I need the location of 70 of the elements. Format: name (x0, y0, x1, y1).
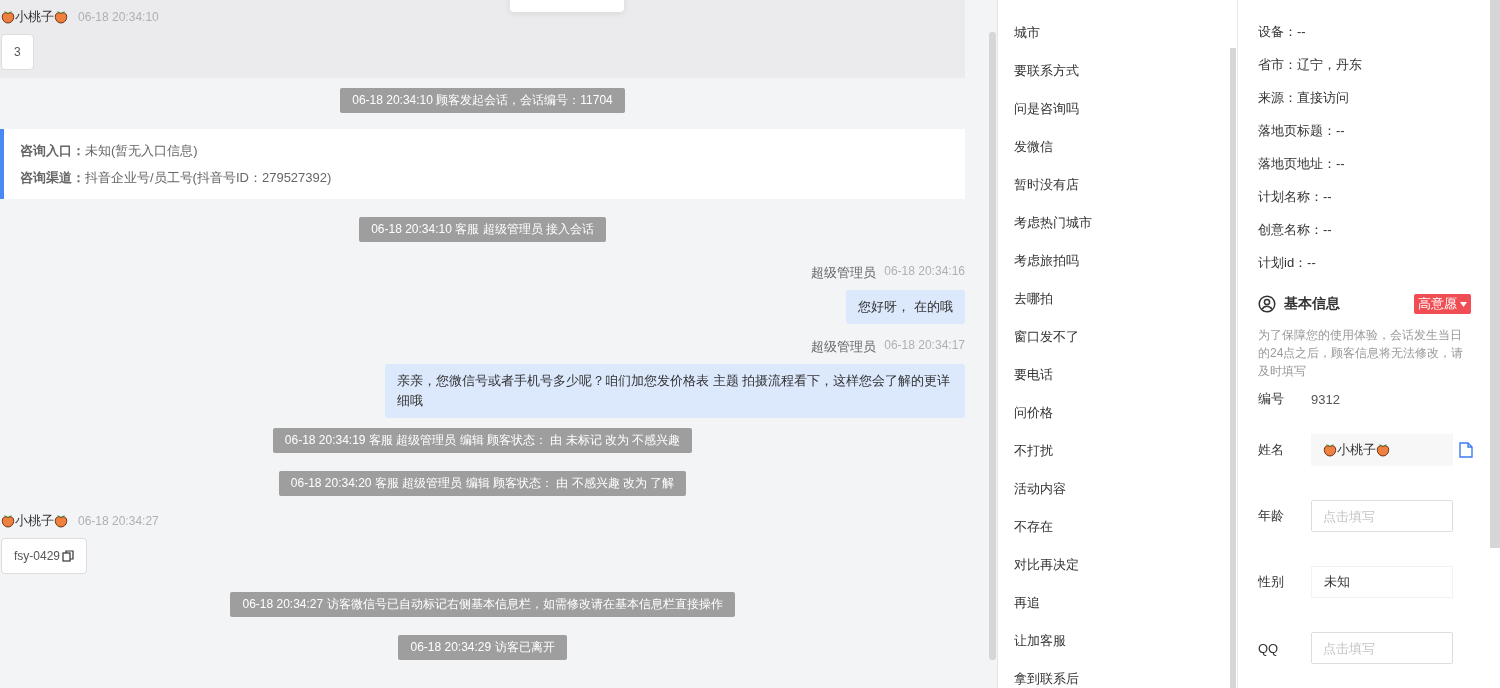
peach-icon (54, 514, 68, 528)
quick-reply-item[interactable]: 再追 (998, 590, 1237, 628)
peach-icon (1, 514, 15, 528)
message-bubble: 亲亲，您微信号或者手机号多少呢？咱们加您发价格表 主题 拍摄流程看下，这样您会了解的更详细哦 (385, 364, 965, 418)
copy-icon[interactable] (62, 550, 75, 562)
field-label: 姓名 (1258, 441, 1285, 459)
peach-icon (1, 10, 15, 24)
quick-reply-item[interactable]: 活动内容 (998, 476, 1237, 514)
field-label: 编号 (1258, 390, 1285, 408)
info-line: 落地页地址：-- (1258, 155, 1346, 173)
caret-icon (1460, 301, 1467, 307)
quick-reply-item[interactable]: 要电话 (998, 362, 1237, 400)
message-time: 06-18 20:34:16 (884, 264, 965, 280)
section-title: 基本信息 (1284, 295, 1341, 313)
scrollbar[interactable] (1490, 0, 1500, 548)
info-line: 计划id：-- (1258, 254, 1317, 272)
message-text: 3 (14, 45, 21, 59)
message-text: fsy-0429 (14, 549, 61, 563)
quick-reply-item[interactable]: 让加客服 (998, 628, 1237, 666)
quick-reply-item[interactable]: 去哪拍 (998, 286, 1237, 324)
source-line: 咨询入口：未知(暂无入口信息) (20, 142, 199, 160)
message-time: 06-18 20:34:17 (884, 338, 965, 354)
info-line: 创意名称：-- (1258, 221, 1333, 239)
peach-icon (1323, 443, 1337, 457)
system-notice: 06-18 20:34:10 客服 超级管理员 接入会话 (359, 217, 606, 242)
document-icon[interactable] (1459, 442, 1473, 458)
sender-name: 小桃子 (15, 8, 54, 26)
message-bubble: 您好呀， 在的哦 (846, 290, 965, 324)
scrollbar[interactable] (1230, 48, 1236, 688)
sender-name: 超级管理员 (811, 264, 877, 282)
quick-reply-item[interactable]: 问是咨询吗 (998, 96, 1237, 134)
info-line: 计划名称：-- (1258, 188, 1333, 206)
peach-icon (54, 10, 68, 24)
info-line: 落地页标题：-- (1258, 122, 1346, 140)
message-time: 06-18 20:34:27 (78, 514, 159, 528)
field-label: QQ (1258, 640, 1280, 656)
select-field[interactable]: 未知 (1311, 566, 1453, 598)
system-notice: 06-18 20:34:27 访客微信号已自动标记右侧基本信息栏，如需修改请在基本信息栏直接操作 (230, 592, 735, 617)
info-line: 设备：-- (1258, 23, 1307, 41)
message-time: 06-18 20:34:10 (78, 10, 159, 24)
sender-name: 小桃子 (15, 512, 54, 530)
info-line: 来源：直接访问 (1258, 89, 1350, 107)
field-label: 性别 (1258, 573, 1285, 591)
quick-reply-item[interactable]: 拿到联系后 (998, 666, 1237, 688)
intent-dropdown[interactable]: 高意愿 (1414, 294, 1471, 314)
notice-text: 为了保障您的使用体验，会话发生当日的24点之后，顾客信息将无法修改，请及时填写 (1258, 327, 1465, 380)
quick-reply-item[interactable]: 发微信 (998, 134, 1237, 172)
system-notice: 06-18 20:34:10 顾客发起会话，会话编号：11704 (340, 88, 625, 113)
quick-reply-item[interactable]: 对比再决定 (998, 552, 1237, 590)
field-label: 年龄 (1258, 507, 1285, 525)
quick-reply-item[interactable]: 不存在 (998, 514, 1237, 552)
field-value: 9312 (1311, 391, 1340, 407)
info-line: 省市：辽宁，丹东 (1258, 56, 1363, 74)
source-line: 咨询渠道：抖音企业号/员工号(抖音号ID：279527392) (20, 169, 333, 187)
sender-name: 超级管理员 (811, 338, 877, 356)
quick-reply-item[interactable]: 城市 (998, 20, 1237, 58)
quick-reply-item[interactable]: 窗口发不了 (998, 324, 1237, 362)
peach-icon (1376, 443, 1390, 457)
quick-reply-item[interactable]: 问价格 (998, 400, 1237, 438)
name-field[interactable]: 小桃子 (1311, 434, 1453, 466)
system-notice: 06-18 20:34:20 客服 超级管理员 编辑 顾客状态： 由 不感兴趣 改为 了解 (278, 471, 687, 496)
quick-reply-item[interactable]: 考虑热门城市 (998, 210, 1237, 248)
user-icon (1258, 295, 1276, 313)
quick-reply-item[interactable]: 要联系方式 (998, 58, 1237, 96)
quick-reply-item[interactable]: 不打扰 (998, 438, 1237, 476)
system-notice: 06-18 20:34:29 访客已离开 (398, 635, 567, 660)
quick-reply-item[interactable]: 暂时没有店 (998, 172, 1237, 210)
quick-reply-item[interactable]: 考虑旅拍吗 (998, 248, 1237, 286)
system-notice: 06-18 20:34:19 客服 超级管理员 编辑 顾客状态： 由 未标记 改为 不感兴趣 (272, 428, 693, 453)
scrollbar[interactable] (989, 32, 996, 660)
